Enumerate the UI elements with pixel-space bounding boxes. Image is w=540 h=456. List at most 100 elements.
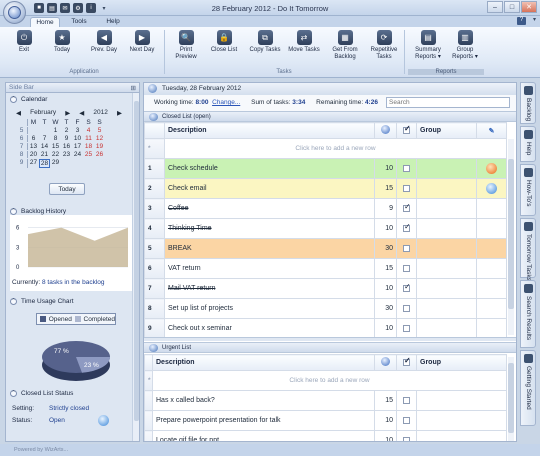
table-row[interactable]: Has x called back? 15 [144,390,507,411]
collapse-icon[interactable]: ⌃ [10,95,17,103]
calendar-day[interactable]: 24 [72,151,83,158]
row-number[interactable]: 1 [144,158,165,179]
prev-year-icon[interactable]: ◀ [79,109,84,117]
urgent-group-column-header[interactable]: Group [416,354,507,371]
task-description[interactable]: Check schedule [164,158,375,179]
task-group[interactable] [416,410,507,431]
task-description[interactable]: Prepare powerpoint presentation for talk [152,410,375,431]
task-group[interactable] [416,318,477,339]
task-done-cell[interactable] [396,430,417,441]
calendar-day[interactable]: 7 [39,135,50,142]
task-done-cell[interactable] [396,390,417,411]
row-number[interactable]: 9 [144,318,165,339]
calendar-day[interactable]: 27 [28,159,39,168]
row-number[interactable] [144,430,153,441]
task-time[interactable]: 10 [374,158,397,179]
task-description[interactable]: Check out x seminar [164,318,375,339]
task-time[interactable]: 15 [374,390,397,411]
task-time[interactable]: 10 [374,430,397,441]
done-checkbox[interactable] [403,282,411,292]
calendar-day[interactable]: 4 [83,127,94,134]
calendar-year[interactable]: 2012 [93,109,107,117]
done-checkbox[interactable] [403,202,411,212]
row-number[interactable]: 3 [144,198,165,219]
copy-tasks-button[interactable]: ⧉ Copy Tasks [247,30,283,54]
print-preview-button[interactable]: 🔍 Print Preview [168,30,204,61]
task-description[interactable]: VAT return [164,258,375,279]
row-number[interactable]: 8 [144,298,165,319]
help-icon[interactable]: ? [517,17,526,25]
task-group[interactable] [416,298,477,319]
change-working-time-link[interactable]: Change... [212,99,240,106]
urgent-add-row-text[interactable]: Click here to add a new row [152,370,507,391]
repetitive-tasks-button[interactable]: ⟳ Repetitive Tasks [366,30,402,61]
exit-button[interactable]: ⏻ Exit [6,30,42,54]
urgent-add-row[interactable]: * Click here to add a new row [144,370,507,391]
task-priority-cell[interactable] [476,278,507,299]
done-checkbox[interactable] [403,396,410,404]
app-menu-orb[interactable] [3,1,26,24]
task-group[interactable] [416,258,477,279]
dock-tab-how-to-s[interactable]: How-To's [520,164,536,216]
done-checkbox[interactable] [403,164,410,172]
calendar-day[interactable]: 12 [94,135,105,142]
summary-reports-button[interactable]: ▤ Summary Reports ▾ [410,30,446,61]
prev-month-icon[interactable]: ◀ [16,109,21,117]
calendar-day[interactable]: 2 [61,127,72,134]
prev-day-button[interactable]: ◀ Prev. Day [86,30,122,54]
calendar-day[interactable]: 19 [94,143,105,150]
list-splitter[interactable] [144,337,516,341]
task-time[interactable]: 10 [374,318,397,339]
task-group[interactable] [416,278,477,299]
done-checkbox[interactable] [403,324,410,332]
help-dropdown-icon[interactable]: ▾ [533,16,536,23]
calendar-day[interactable]: 17 [72,143,83,150]
done-checkbox[interactable] [403,264,410,272]
row-number[interactable]: 6 [144,258,165,279]
minimize-button[interactable]: – [487,1,503,13]
collapse-icon[interactable]: ⌃ [10,389,17,397]
task-group[interactable] [416,158,477,179]
next-year-icon[interactable]: ▶ [117,109,122,117]
task-time[interactable]: 9 [374,198,397,219]
done-checkbox[interactable] [403,222,411,232]
time-usage-section-header[interactable]: ⌃ Time Usage Chart [6,295,78,307]
row-number[interactable]: 7 [144,278,165,299]
dock-tab-tomorrow-tasks[interactable]: Tomorrow Tasks [520,218,536,281]
task-description[interactable]: Check email [164,178,375,199]
dock-tab-getting-started[interactable]: Getting Started [520,350,536,426]
tab-tools[interactable]: Tools [64,17,94,27]
calendar-day[interactable]: 13 [28,143,39,150]
next-day-button[interactable]: ▶ Next Day [124,30,160,54]
group-reports-button[interactable]: ▥ Group Reports ▾ [447,30,483,61]
add-row-text[interactable]: Click here to add a new row [164,138,507,159]
task-time[interactable]: 30 [374,298,397,319]
closed-list-scroll-thumb[interactable] [508,159,514,309]
done-checkbox[interactable] [403,416,410,424]
calendar-day[interactable]: 9 [61,135,72,142]
table-row[interactable]: 4 Thinking Time 10 [144,218,507,239]
maximize-button[interactable]: □ [504,1,520,13]
dock-tab-backlog[interactable]: Backlog [520,82,536,124]
task-time[interactable]: 10 [374,278,397,299]
task-done-cell[interactable] [396,258,417,279]
time-column-header[interactable] [374,122,397,139]
task-done-cell[interactable] [396,238,417,259]
add-row[interactable]: * Click here to add a new row [144,138,507,159]
calendar-day[interactable]: 5 [94,127,105,134]
task-done-cell[interactable] [396,158,417,179]
task-time[interactable]: 10 [374,218,397,239]
search-input[interactable] [386,97,510,108]
table-row[interactable]: 5 BREAK 30 [144,238,507,259]
task-time[interactable]: 15 [374,258,397,279]
task-done-cell[interactable] [396,298,417,319]
sidebar-scrollbar[interactable] [132,93,139,441]
pin-icon[interactable]: ⊞ [131,84,136,92]
calendar-day[interactable]: 11 [83,135,94,142]
task-priority-cell[interactable] [476,318,507,339]
calendar-day[interactable]: 3 [72,127,83,134]
task-priority-cell[interactable] [476,158,507,179]
task-description[interactable]: Set up list of projects [164,298,375,319]
task-done-cell[interactable] [396,278,417,299]
calendar-section-header[interactable]: ⌃ Calendar [6,93,139,105]
